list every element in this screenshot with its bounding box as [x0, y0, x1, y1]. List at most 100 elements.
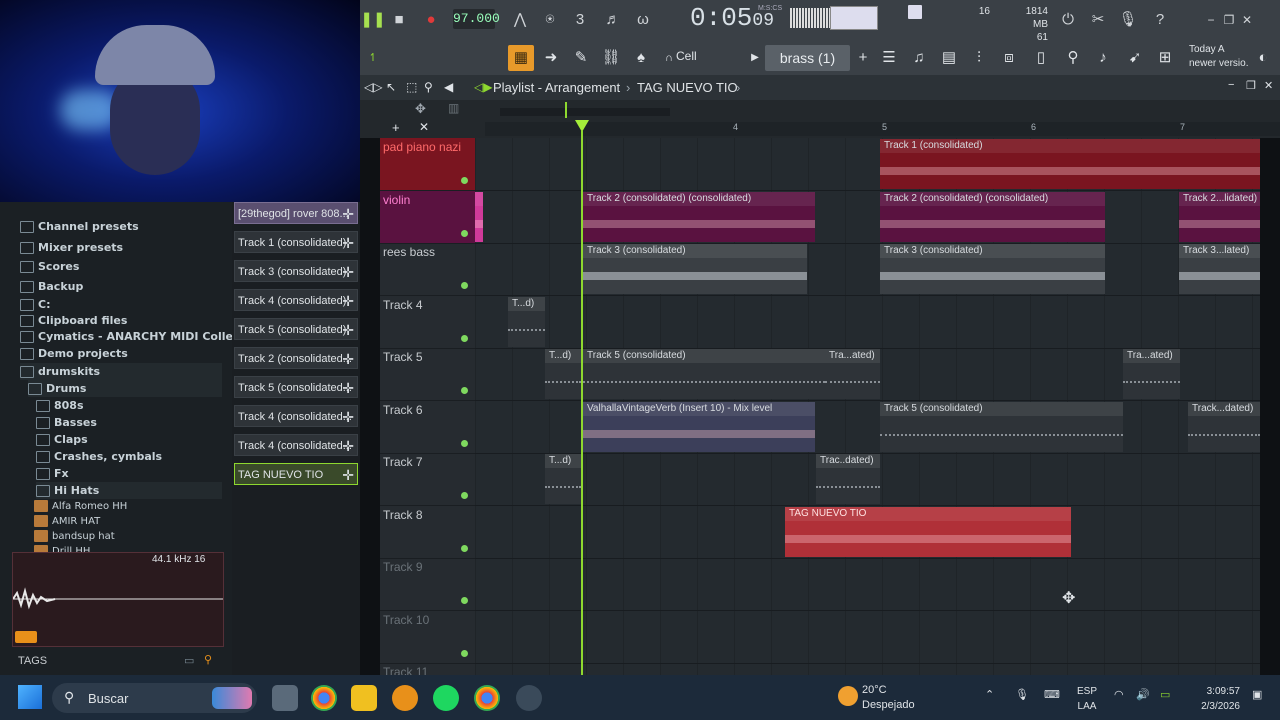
- drag-handle-icon[interactable]: ✛: [342, 348, 354, 368]
- drag-handle-icon[interactable]: ✛: [342, 377, 354, 397]
- track-lane[interactable]: [475, 296, 1260, 349]
- browser-item[interactable]: C:: [20, 296, 50, 313]
- track-mute-led[interactable]: [461, 334, 468, 342]
- track-header[interactable]: Track 8: [380, 506, 475, 559]
- clip[interactable]: Trac..dated): [816, 454, 880, 504]
- tempo-tap-icon[interactable]: ♪: [1090, 45, 1116, 71]
- track-header[interactable]: Track 10: [380, 611, 475, 664]
- clip[interactable]: Track 3 (consolidated): [583, 244, 807, 294]
- picker-item[interactable]: Track 1 (consolidated) ✛: [234, 231, 358, 253]
- clip[interactable]: Track 2...lidated): [1179, 191, 1260, 242]
- clip[interactable]: Track 5 (consolidated): [880, 401, 1123, 452]
- pattern-selector[interactable]: brass (1): [765, 45, 850, 71]
- picker-item[interactable]: [29thegod] rover 808... ✛: [234, 202, 358, 224]
- clip[interactable]: Track 2 (consolidated) (consolidated): [880, 191, 1105, 242]
- clip[interactable]: Tra...ated): [825, 349, 880, 399]
- playlist-minimize-icon[interactable]: −: [1228, 79, 1234, 91]
- chrome-icon[interactable]: [311, 685, 337, 711]
- browser-item[interactable]: 808s: [36, 397, 84, 414]
- task-view-icon[interactable]: [272, 685, 298, 711]
- weather-sun-icon[interactable]: [838, 686, 858, 706]
- tray-mic-icon[interactable]: 🎙: [1015, 688, 1029, 701]
- track-mute-led[interactable]: [461, 649, 468, 657]
- step-edit-icon[interactable]: ♬: [600, 7, 626, 33]
- spotify-icon[interactable]: [433, 685, 459, 711]
- remove-icon[interactable]: ✕: [419, 120, 429, 134]
- battery-icon[interactable]: ▭: [1160, 688, 1170, 701]
- track-mute-led[interactable]: [461, 544, 468, 552]
- drag-handle-icon[interactable]: ✛: [342, 319, 354, 339]
- clip[interactable]: Tra...ated): [1123, 349, 1180, 399]
- clip[interactable]: Track...dated): [1188, 401, 1260, 452]
- browser-item[interactable]: Basses: [36, 414, 97, 431]
- track-lane[interactable]: [475, 611, 1260, 664]
- track-mute-led[interactable]: [461, 492, 468, 499]
- browser-item[interactable]: drumskits: [20, 363, 222, 380]
- move-icon[interactable]: ◁▷: [364, 80, 382, 94]
- track-mute-led[interactable]: [461, 282, 468, 289]
- arrangement-name[interactable]: TAG NUEVO TIO: [637, 80, 738, 95]
- browser-item[interactable]: Claps: [36, 431, 88, 448]
- track-header[interactable]: Track 7: [380, 453, 475, 506]
- browser-item[interactable]: Demo projects: [20, 345, 128, 362]
- playlist-close-icon[interactable]: ✕: [1264, 79, 1273, 92]
- shop-icon[interactable]: ⊞: [1152, 45, 1178, 71]
- pencil-icon[interactable]: ✎: [568, 45, 594, 71]
- wand-icon[interactable]: ➹: [1122, 45, 1148, 71]
- track-lane[interactable]: [475, 558, 1260, 611]
- chrome-profile-icon[interactable]: [474, 685, 500, 711]
- drag-handle-icon[interactable]: ✛: [342, 464, 354, 484]
- drag-handle-icon[interactable]: ✛: [342, 203, 354, 223]
- news-panel[interactable]: Today Anewer versio.: [1189, 43, 1248, 71]
- track-mute-led[interactable]: [461, 597, 468, 604]
- clip[interactable]: Track 5 (consolidated): [583, 349, 825, 399]
- drag-handle-icon[interactable]: ✛: [342, 435, 354, 455]
- microphone-icon[interactable]: 🎙: [1115, 7, 1141, 33]
- browser-item[interactable]: Channel presets: [20, 218, 139, 235]
- picker-item[interactable]: TAG NUEVO TIO ✛: [234, 463, 358, 485]
- snap-selector[interactable]: Cell: [676, 49, 697, 63]
- track-header[interactable]: Track 5: [380, 348, 475, 401]
- select-tool-icon[interactable]: ⬚: [406, 80, 417, 94]
- folder-icon[interactable]: ▭: [184, 654, 194, 667]
- tools-icon[interactable]: ✂: [1085, 7, 1111, 33]
- language-indicator[interactable]: ESP LAA: [1077, 684, 1097, 714]
- picker-item[interactable]: Track 4 (consolidated... ✛: [234, 434, 358, 456]
- arrangement-play-icon[interactable]: ◁▶: [474, 80, 492, 94]
- browser-icon[interactable]: ⧈: [996, 45, 1022, 71]
- track-mute-led[interactable]: [461, 177, 468, 184]
- loop-record-icon[interactable]: ω: [630, 7, 656, 33]
- clip[interactable]: Track 2 (consolidated) (consolidated): [583, 191, 815, 242]
- taskbar-search[interactable]: ⚲ Buscar: [52, 683, 257, 713]
- browser-item[interactable]: Scores: [20, 258, 79, 275]
- tray-chevron-icon[interactable]: ⌃: [985, 688, 994, 701]
- weather-widget[interactable]: 20°C Despejado: [862, 683, 915, 713]
- playlist-grid[interactable]: Track 1 (consolidated) Track 2 (consolida…: [475, 138, 1260, 675]
- file-explorer-icon[interactable]: [351, 685, 377, 711]
- drag-handle-icon[interactable]: ✛: [342, 290, 354, 310]
- stamp-icon[interactable]: ♠: [628, 45, 654, 71]
- picker-item[interactable]: Track 5 (consolidated... ✛: [234, 376, 358, 398]
- browser-item[interactable]: Fx: [36, 465, 69, 482]
- fl-logo-icon[interactable]: ◐: [1250, 45, 1276, 71]
- obs-icon[interactable]: [516, 685, 542, 711]
- plugin-icon[interactable]: ⚲: [1060, 45, 1086, 71]
- drag-handle-icon[interactable]: ✛: [342, 261, 354, 281]
- draw-tool-icon[interactable]: ↖: [386, 80, 396, 94]
- volume-icon[interactable]: 🔊: [1136, 688, 1150, 701]
- picker-item[interactable]: Track 3 (consolidated) ✛: [234, 260, 358, 282]
- browser-item[interactable]: Hi Hats: [36, 482, 222, 499]
- clip[interactable]: T...d): [508, 296, 545, 347]
- add-track-icon[interactable]: +: [392, 120, 400, 135]
- pause-icon[interactable]: ❚❚: [360, 7, 386, 33]
- picker-item[interactable]: Track 2 (consolidated... ✛: [234, 347, 358, 369]
- clip[interactable]: Track 1 (consolidated): [880, 139, 1260, 189]
- track-header[interactable]: rees bass: [380, 243, 475, 296]
- zoom-slider-icon[interactable]: ✥: [415, 101, 426, 117]
- countdown-icon[interactable]: 3: [567, 7, 593, 33]
- zoom-icon[interactable]: ⚲: [424, 80, 433, 94]
- picker-item[interactable]: Track 4 (consolidated) ✛: [234, 289, 358, 311]
- record-icon[interactable]: ●: [418, 7, 444, 33]
- add-pattern-icon[interactable]: +: [850, 45, 876, 71]
- track-mute-led[interactable]: [461, 439, 468, 447]
